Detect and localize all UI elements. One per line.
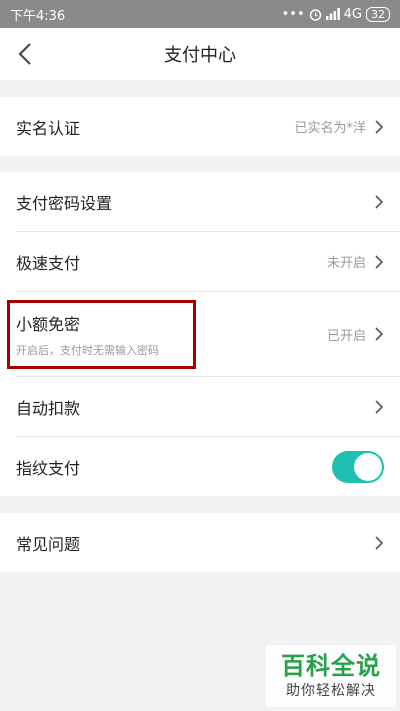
chevron-right-icon <box>375 194 384 209</box>
faq-group: 常见问题 <box>0 513 400 572</box>
fast-pay-label: 极速支付 <box>16 253 81 273</box>
fast-pay-value: 未开启 <box>326 256 366 271</box>
chevron-right-icon <box>375 327 384 341</box>
watermark-logo: 百科全说 助你轻松解决 <box>266 645 396 707</box>
auto-debit-label: 自动扣款 <box>16 398 81 418</box>
signal-icon <box>325 8 340 20</box>
fast-pay-right: 未开启 <box>327 252 384 271</box>
fingerprint-pay-label: 指纹支付 <box>16 458 81 478</box>
status-time: 下午4:36 <box>10 8 66 24</box>
battery-indicator: 32 <box>366 6 390 22</box>
chevron-right-icon <box>375 119 384 134</box>
pay-password-row[interactable]: 支付密码设置 <box>0 172 400 231</box>
auto-debit-row[interactable]: 自动扣款 <box>0 377 400 436</box>
real-name-group: 实名认证 已实名为*洋 <box>0 97 400 156</box>
real-name-row[interactable]: 实名认证 已实名为*洋 <box>0 97 400 156</box>
pay-password-right <box>374 194 384 210</box>
fingerprint-pay-right <box>332 450 384 483</box>
watermark-subtitle: 助你轻松解决 <box>286 683 376 699</box>
toggle-knob <box>354 452 382 481</box>
alarm-icon <box>309 8 321 21</box>
status-bar: 下午4:36 ••• 4G 32 <box>0 0 400 28</box>
small-no-password-right: 已开启 <box>327 325 384 344</box>
page-title: 支付中心 <box>164 45 236 66</box>
fingerprint-pay-toggle[interactable] <box>332 450 384 483</box>
real-name-right: 已实名为*洋 <box>294 117 384 136</box>
back-button[interactable] <box>12 40 38 68</box>
status-dots: ••• <box>281 6 305 22</box>
real-name-label: 实名认证 <box>16 118 81 138</box>
fingerprint-pay-row: 指纹支付 <box>0 437 400 496</box>
faq-right <box>374 535 384 551</box>
fast-pay-row[interactable]: 极速支付 未开启 <box>0 232 400 291</box>
chevron-right-icon <box>375 399 384 414</box>
chevron-right-icon <box>375 254 384 269</box>
highlight-box <box>7 300 196 369</box>
chevron-right-icon <box>375 535 384 550</box>
faq-row[interactable]: 常见问题 <box>0 513 400 572</box>
pay-password-label: 支付密码设置 <box>16 193 113 213</box>
network-type: 4G <box>343 6 362 22</box>
title-bar: 支付中心 <box>0 28 400 80</box>
auto-debit-right <box>374 399 384 415</box>
watermark-title: 百科全说 <box>281 652 381 680</box>
small-no-password-value: 已开启 <box>326 328 366 344</box>
back-arrow-icon <box>18 43 31 65</box>
status-icons: ••• 4G 32 <box>281 6 390 22</box>
real-name-value: 已实名为*洋 <box>294 121 366 136</box>
faq-label: 常见问题 <box>16 534 81 554</box>
